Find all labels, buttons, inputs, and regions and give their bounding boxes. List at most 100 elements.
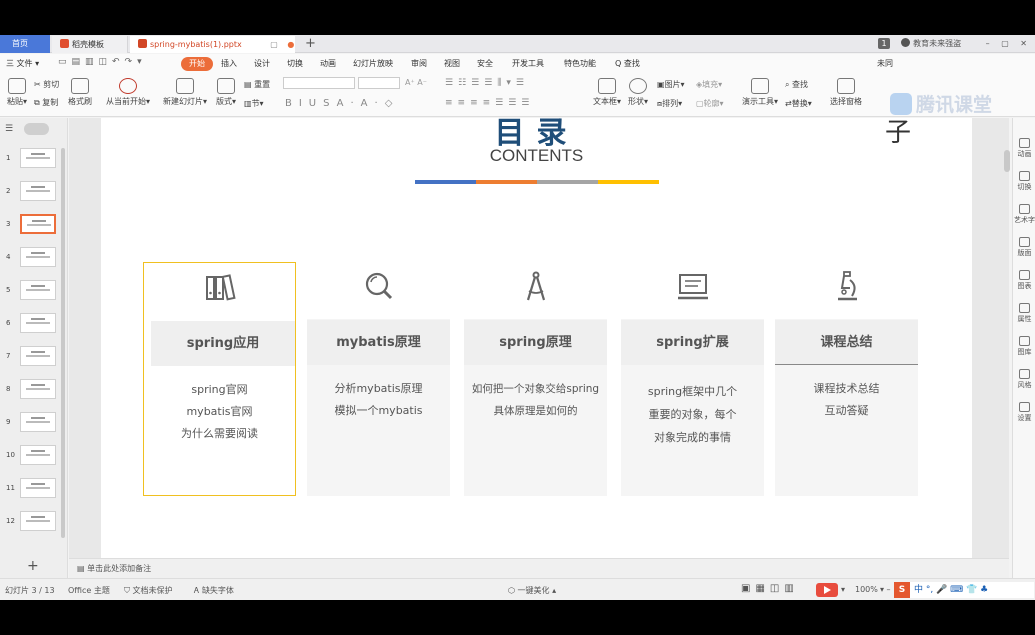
slide-thumbnail-row[interactable]: 11	[0, 478, 62, 504]
add-slide-icon[interactable]: +	[27, 558, 39, 574]
canvas-scrollbar[interactable]	[1004, 150, 1010, 172]
paragraph-align-icons[interactable]: ≡≡≡≡☰☰☰	[445, 98, 534, 108]
view-mode-icons[interactable]: ▣▦◫▥	[741, 583, 799, 594]
slide-thumbnail[interactable]	[20, 511, 56, 531]
quick-access-icons[interactable]: ▭▤▥◫↶↷▾	[58, 57, 147, 67]
menu-search[interactable]: Q 查找	[615, 57, 640, 71]
input-method-bar[interactable]: S 中 °, 🎤 ⌨ 👕 ♣	[894, 582, 1034, 598]
slide-thumbnail-row[interactable]: 12	[0, 511, 62, 537]
tab-pin-icon[interactable]: ▢	[270, 40, 278, 49]
thumbnail-scrollbar[interactable]	[61, 148, 65, 538]
sidebar-item[interactable]: 属性	[1013, 303, 1035, 324]
paste-button[interactable]: 粘贴▾	[4, 78, 30, 107]
slide-thumbnail[interactable]	[20, 346, 56, 366]
slide-thumbnail[interactable]	[20, 478, 56, 498]
menu-tab-view[interactable]: 视图	[444, 57, 460, 71]
contents-card[interactable]: 课程总结 课程技术总结 互动答疑	[775, 262, 918, 496]
tab-home[interactable]: 首页	[0, 35, 50, 53]
sidebar-item[interactable]: 图表	[1013, 270, 1035, 291]
minimize-icon[interactable]: –	[986, 39, 990, 48]
sync-status[interactable]: 未同	[877, 57, 893, 71]
presentation-tools-button[interactable]: 演示工具▾	[740, 78, 780, 107]
user-avatar-icon[interactable]	[901, 38, 911, 47]
slide-thumbnail-row[interactable]: 4	[0, 247, 62, 273]
outline-button[interactable]: ▢轮廓▾	[696, 98, 724, 109]
slide-thumbnail-row[interactable]: 8	[0, 379, 62, 405]
play-from-current-button[interactable]: 从当前开始▾	[103, 78, 153, 107]
notes-bar[interactable]: ▤ 单击此处添加备注	[69, 558, 1009, 578]
notes-placeholder[interactable]: ▤ 单击此处添加备注	[77, 563, 151, 574]
shape-button[interactable]: 形状▾	[626, 78, 650, 107]
menu-tab-developer[interactable]: 开发工具	[512, 57, 544, 71]
slide-thumbnail-row[interactable]: 10	[0, 445, 62, 471]
slide-thumbnail-row[interactable]: 7	[0, 346, 62, 372]
file-menu[interactable]: 三 文件 ▾	[6, 57, 39, 71]
zoom-down-icon[interactable]: ▾ –	[880, 585, 891, 594]
font-grow-shrink-icons[interactable]: A⁺ A⁻	[405, 78, 427, 87]
zoom-level[interactable]: 100%	[855, 585, 878, 594]
text-format-icons[interactable]: BIUSA·A·◇	[285, 98, 399, 109]
slide-thumbnail[interactable]	[20, 181, 56, 201]
menu-tab-transition[interactable]: 切换	[287, 57, 303, 71]
menu-tab-slideshow[interactable]: 幻灯片放映	[353, 57, 393, 71]
menu-tab-design[interactable]: 设计	[254, 57, 270, 71]
sidebar-item[interactable]: 艺术字	[1013, 204, 1035, 225]
paragraph-list-icons[interactable]: ☰☷☰☰⫼▾☰	[445, 78, 529, 88]
sidebar-item[interactable]: 动画	[1013, 138, 1035, 159]
menu-tab-features[interactable]: 特色功能	[564, 57, 596, 71]
slide-thumbnail[interactable]	[20, 214, 56, 234]
new-tab-icon[interactable]: +	[305, 35, 316, 53]
menu-tab-animation[interactable]: 动画	[320, 57, 336, 71]
slide-thumbnail-row[interactable]: 3	[0, 214, 62, 240]
protect-status[interactable]: ⛉ 文档未保护	[124, 585, 173, 596]
contents-card[interactable]: spring扩展 spring框架中几个 重要的对象，每个 对象完成的事情	[621, 262, 764, 496]
slide-thumbnail[interactable]	[20, 247, 56, 267]
layout-button[interactable]: 版式▾	[214, 78, 238, 107]
tab-template[interactable]: 稻壳模板	[52, 36, 128, 53]
thumbnail-view-toggle[interactable]	[24, 123, 49, 135]
slide-thumbnail[interactable]	[20, 379, 56, 399]
copy-button[interactable]: ⧉ 复制	[34, 97, 58, 108]
font-size-select[interactable]	[358, 77, 400, 89]
find-button[interactable]: ⌕ 查找	[785, 79, 808, 90]
outline-view-icon[interactable]: ☰	[5, 124, 13, 134]
window-count-badge[interactable]: 1	[878, 38, 890, 49]
slide-thumbnail-row[interactable]: 9	[0, 412, 62, 438]
sidebar-item[interactable]: 设置	[1013, 402, 1035, 423]
textbox-button[interactable]: 文本框▾	[592, 78, 622, 107]
menu-tab-review[interactable]: 审阅	[411, 57, 427, 71]
new-slide-button[interactable]: 新建幻灯片▾	[162, 78, 208, 107]
slide-thumbnail[interactable]	[20, 280, 56, 300]
reset-button[interactable]: ▤ 重置	[244, 79, 270, 90]
play-options-icon[interactable]: ▾	[841, 585, 845, 594]
font-name-select[interactable]	[283, 77, 355, 89]
slide-thumbnail[interactable]	[20, 313, 56, 333]
format-painter-button[interactable]: 格式刷	[65, 78, 95, 107]
sidebar-item[interactable]: 图库	[1013, 336, 1035, 357]
slide-thumbnail-row[interactable]: 6	[0, 313, 62, 339]
contents-card[interactable]: spring应用 spring官网 mybatis官网 为什么需要阅读	[143, 262, 296, 496]
menu-tab-security[interactable]: 安全	[477, 57, 493, 71]
cut-button[interactable]: ✂ 剪切	[34, 79, 59, 90]
slide[interactable]: 目录 子 CONTENTS spring应用 spring官网 mybatis官网为…	[101, 118, 972, 558]
picture-button[interactable]: ▣图片▾	[657, 79, 685, 90]
arrange-button[interactable]: ⧈排列▾	[657, 98, 682, 109]
slide-thumbnail-row[interactable]: 5	[0, 280, 62, 306]
replace-button[interactable]: ⇄替换▾	[785, 98, 812, 109]
section-button[interactable]: ▥节▾	[244, 98, 264, 109]
slide-thumbnail[interactable]	[20, 148, 56, 168]
sidebar-item[interactable]: 切换	[1013, 171, 1035, 192]
one-click-beautify[interactable]: ⬡ 一键美化 ▴	[508, 585, 556, 596]
tab-current-file[interactable]: spring-mybatis(1).pptx ▢ ●	[130, 36, 295, 53]
menu-tab-insert[interactable]: 插入	[221, 57, 237, 71]
sidebar-item[interactable]: 版面	[1013, 237, 1035, 258]
slide-thumbnail-row[interactable]: 1	[0, 148, 62, 174]
restore-icon[interactable]: ▢	[1001, 39, 1009, 48]
fill-button[interactable]: ◈填充▾	[696, 79, 722, 90]
user-name[interactable]: 教育未来强盗	[913, 39, 961, 48]
sidebar-item[interactable]: 风格	[1013, 369, 1035, 390]
slide-thumbnail[interactable]	[20, 445, 56, 465]
play-slideshow-button[interactable]	[816, 583, 838, 597]
slide-thumbnail-row[interactable]: 2	[0, 181, 62, 207]
contents-card[interactable]: spring原理 如何把一个对象交给spring 具体原理是如何的	[464, 262, 607, 496]
